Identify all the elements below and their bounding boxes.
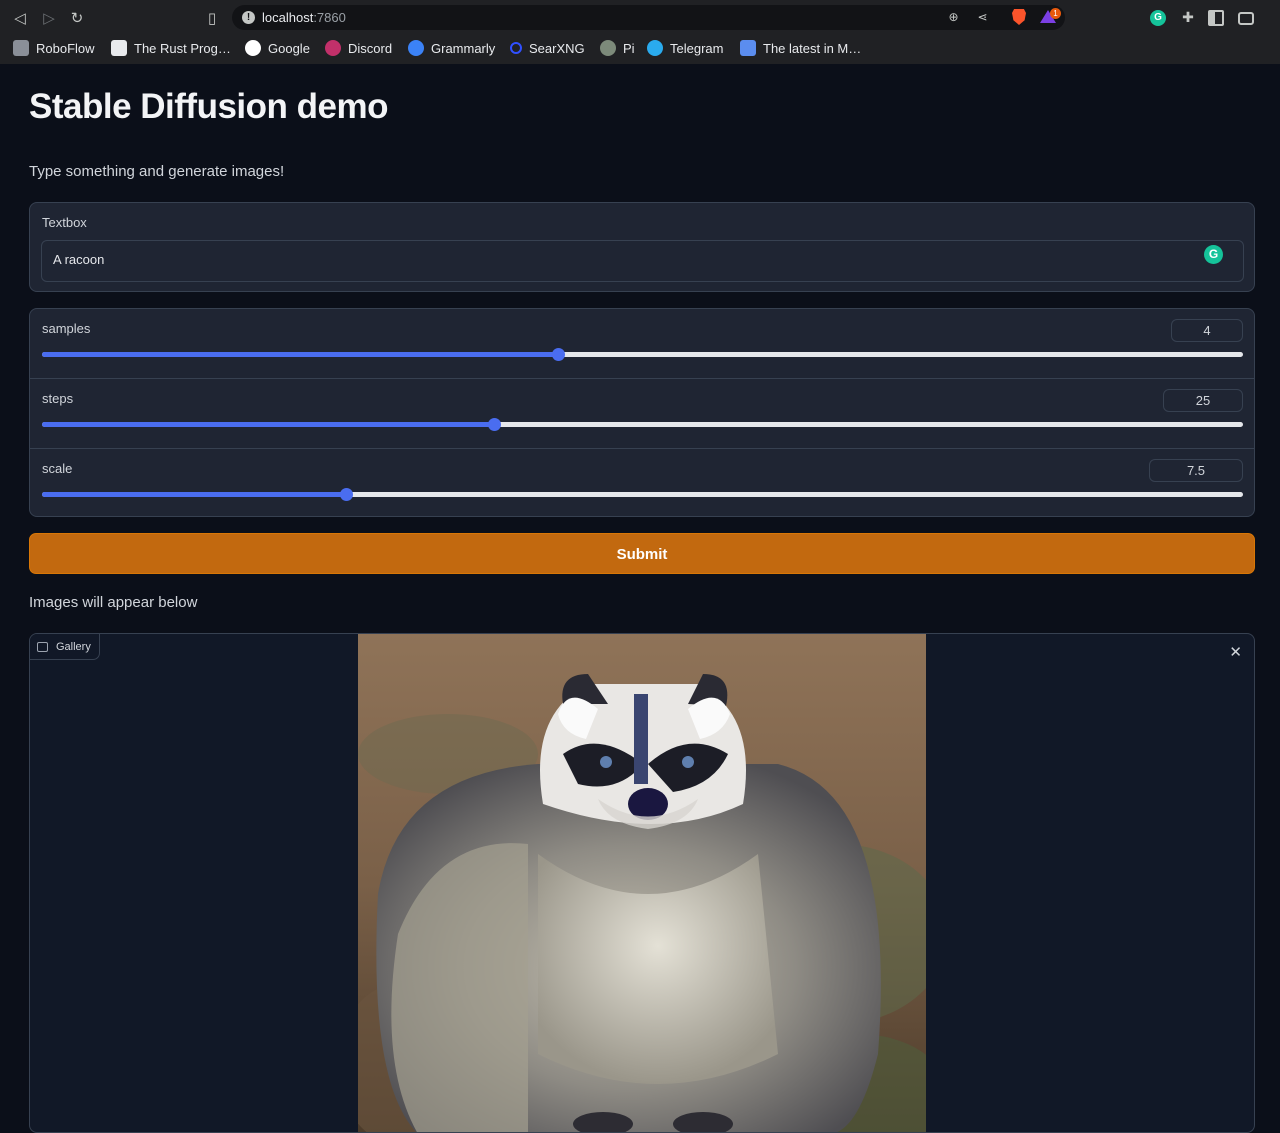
google-icon xyxy=(245,40,261,56)
scale-number-input[interactable]: 7.5 xyxy=(1149,459,1243,482)
bookmark-pi[interactable]: Pi xyxy=(600,38,635,58)
back-icon[interactable]: ◁ xyxy=(11,9,29,27)
scale-slider[interactable] xyxy=(42,488,1243,501)
share-icon[interactable]: ⋖ xyxy=(975,10,990,25)
pi-icon xyxy=(600,40,616,56)
gallery-panel: Gallery ✕ xyxy=(29,633,1255,1133)
scale-slider-thumb[interactable] xyxy=(339,488,353,501)
bookmark-label: Pi xyxy=(623,40,635,56)
bookmark-label: Google xyxy=(268,40,310,56)
extensions-puzzle-icon[interactable]: ✚ xyxy=(1180,10,1196,26)
scale-slider-row: scale 7.5 xyxy=(30,448,1254,517)
url-text[interactable]: localhost:7860 xyxy=(262,10,346,25)
steps-slider-thumb[interactable] xyxy=(487,418,501,431)
bookmark-searxng[interactable]: SearXNG xyxy=(510,38,585,58)
samples-number-input[interactable]: 4 xyxy=(1171,319,1243,342)
samples-slider-fill xyxy=(42,352,559,357)
bookmark-label: Telegram xyxy=(670,40,724,56)
gallery-label: Gallery xyxy=(56,640,91,653)
bookmark-icon[interactable]: ▯ xyxy=(203,9,221,27)
generated-raccoon-image[interactable] xyxy=(358,634,926,1133)
prompt-input[interactable]: A racoon G xyxy=(41,240,1244,282)
bookmark-latest[interactable]: The latest in M… xyxy=(740,38,861,58)
forward-icon[interactable]: ▷ xyxy=(40,9,58,27)
grammarly-icon[interactable]: G xyxy=(1204,245,1223,264)
steps-slider[interactable] xyxy=(42,418,1243,431)
samples-label: samples xyxy=(42,321,91,336)
bookmark-grammarly[interactable]: Grammarly xyxy=(408,38,495,58)
url-host: localhost xyxy=(262,10,314,25)
submit-button[interactable]: Submit xyxy=(29,533,1255,574)
book-icon xyxy=(111,40,127,56)
url-port: :7860 xyxy=(313,10,346,25)
prompt-value: A racoon xyxy=(53,252,105,267)
wallet-icon[interactable] xyxy=(1238,12,1254,25)
grammarly-extension-icon[interactable]: G xyxy=(1150,10,1166,26)
reload-icon[interactable]: ↻ xyxy=(68,9,86,27)
news-icon xyxy=(740,40,756,56)
bookmark-label: Discord xyxy=(348,40,393,56)
bookmark-label: RoboFlow xyxy=(36,40,95,56)
sidebar-toggle-icon[interactable] xyxy=(1208,10,1224,26)
bookmark-discord[interactable]: Discord xyxy=(325,38,392,58)
bookmark-google[interactable]: Google xyxy=(245,38,310,58)
bookmark-roboflow[interactable]: RoboFlow xyxy=(13,38,95,58)
folder-icon xyxy=(13,40,29,56)
browser-toolbar: ◁ ▷ ↻ ▯ ! localhost:7860 ⊕ ⋖ 1 G ✚ xyxy=(0,0,1280,35)
telegram-icon xyxy=(647,40,663,56)
page-title: Stable Diffusion demo xyxy=(29,87,388,126)
discord-icon xyxy=(325,40,341,56)
textbox-panel: Textbox A racoon G xyxy=(29,202,1255,292)
sliders-panel: samples 4 steps 25 scale 7.5 xyxy=(29,308,1255,517)
gallery-label-badge: Gallery xyxy=(30,634,100,660)
scale-slider-fill xyxy=(42,492,346,497)
samples-slider[interactable] xyxy=(42,348,1243,361)
close-icon[interactable]: ✕ xyxy=(1229,643,1242,661)
bookmark-label: The Rust Prog… xyxy=(134,40,231,56)
bookmark-label: Grammarly xyxy=(431,40,496,56)
steps-slider-row: steps 25 xyxy=(30,378,1254,447)
image-icon xyxy=(37,641,48,652)
steps-number-input[interactable]: 25 xyxy=(1163,389,1243,412)
steps-label: steps xyxy=(42,391,74,406)
textbox-label: Textbox xyxy=(42,215,87,230)
browser-chrome: ◁ ▷ ↻ ▯ ! localhost:7860 ⊕ ⋖ 1 G ✚ RoboF… xyxy=(0,0,1280,64)
site-info-icon[interactable]: ! xyxy=(242,11,255,24)
bookmark-label: The latest in M… xyxy=(763,40,862,56)
bookmark-rust-book[interactable]: The Rust Prog… xyxy=(111,38,231,58)
grammarly-icon xyxy=(408,40,424,56)
scale-label: scale xyxy=(42,461,73,476)
bookmarks-bar: RoboFlow The Rust Prog… Google Discord G… xyxy=(0,36,1280,60)
images-note: Images will appear below xyxy=(29,594,198,611)
bookmark-telegram[interactable]: Telegram xyxy=(647,38,723,58)
zoom-icon[interactable]: ⊕ xyxy=(946,10,961,25)
samples-slider-row: samples 4 xyxy=(30,309,1254,378)
bookmark-label: SearXNG xyxy=(529,40,585,56)
page-description: Type something and generate images! xyxy=(29,163,285,180)
rewards-badge: 1 xyxy=(1050,8,1061,19)
address-bar[interactable]: ! localhost:7860 ⊕ ⋖ xyxy=(232,5,1065,30)
steps-slider-fill xyxy=(42,422,494,427)
search-icon xyxy=(510,42,522,54)
samples-slider-thumb[interactable] xyxy=(552,348,566,361)
